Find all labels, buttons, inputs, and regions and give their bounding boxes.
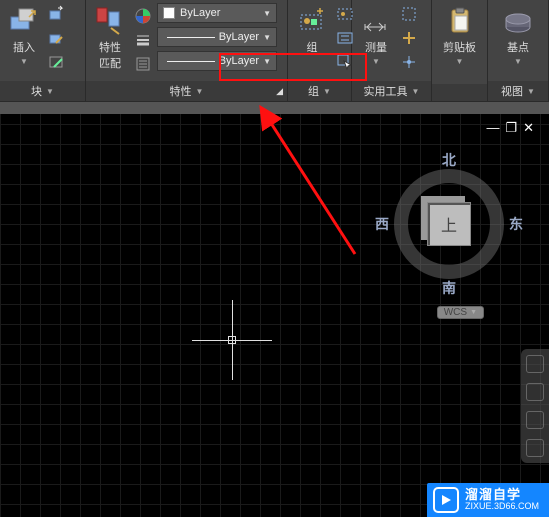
compass-west[interactable]: 西 [375, 214, 389, 234]
panel-title-clipboard [432, 84, 487, 101]
watermark-title: 溜溜自学 [465, 488, 539, 502]
drawing-canvas[interactable]: — ❐ ✕ 北 南 东 西 上 WCS ▼ 溜溜自学 ZIXUE.3D66.CO… [0, 114, 549, 517]
zoom-button[interactable] [526, 411, 544, 429]
navigation-bar [521, 349, 549, 463]
chevron-down-icon: ▼ [456, 57, 464, 66]
chevron-down-icon: ▼ [20, 57, 28, 66]
clipboard-button[interactable]: 剪贴板 ▼ [440, 3, 479, 68]
panel-utilities: 测量 ▼ 实用工具▼ [352, 0, 432, 101]
lineweight-preview [167, 37, 215, 38]
panel-view: 基点 ▼ 视图▼ [488, 0, 549, 101]
close-button[interactable]: ✕ [523, 120, 534, 136]
base-icon [502, 5, 534, 37]
minimize-button[interactable]: — [486, 120, 499, 136]
linetype-dropdown[interactable]: ByLayer ▼ [157, 51, 277, 71]
chevron-down-icon: ▼ [323, 87, 331, 96]
insert-icon [8, 5, 40, 37]
chevron-down-icon: ▼ [412, 87, 420, 96]
wcs-dropdown[interactable]: WCS ▼ [437, 306, 484, 319]
panel-title-properties[interactable]: 特性▼ ◢ [86, 81, 287, 101]
panel-properties: 特性 匹配 ByLayer ▼ ByLayer ▼ [86, 0, 288, 101]
view-cube[interactable]: 北 南 东 西 上 [379, 154, 519, 294]
quickcalc-button[interactable] [398, 27, 420, 49]
pan-button[interactable] [526, 383, 544, 401]
compass-east[interactable]: 东 [509, 214, 523, 234]
measure-label: 测量 [365, 39, 387, 55]
orbit-button[interactable] [526, 439, 544, 457]
match-props-label: 特性 匹配 [99, 39, 121, 71]
lineweight-icon[interactable] [132, 29, 154, 51]
panel-title-view[interactable]: 视图▼ [488, 81, 548, 101]
match-properties-icon [94, 5, 126, 37]
color-dropdown[interactable]: ByLayer ▼ [157, 3, 277, 23]
linetype-preview [167, 61, 215, 62]
panel-title-utilities[interactable]: 实用工具▼ [352, 81, 431, 101]
clipboard-icon [444, 5, 476, 37]
match-properties-button[interactable]: 特性 匹配 [91, 3, 129, 73]
panel-clipboard: 剪贴板 ▼ [432, 0, 488, 101]
nav-wheel-button[interactable] [526, 355, 544, 373]
color-swatch [163, 7, 175, 19]
viewcube-top-face[interactable]: 上 [427, 202, 471, 246]
chevron-down-icon: ▼ [263, 57, 271, 66]
create-block-button[interactable] [46, 3, 68, 25]
panel-block: 插入 ▼ 块▼ [0, 0, 86, 101]
group-icon [296, 5, 328, 37]
base-label: 基点 [507, 39, 529, 55]
insert-label: 插入 [13, 39, 35, 55]
point-button[interactable] [398, 51, 420, 73]
dialog-launcher-icon[interactable]: ◢ [276, 86, 283, 97]
lineweight-dropdown[interactable]: ByLayer ▼ [157, 27, 277, 47]
clipboard-label: 剪贴板 [443, 39, 476, 55]
select-button[interactable] [398, 3, 420, 25]
group-button[interactable]: 组 [293, 3, 331, 57]
chevron-down-icon: ▼ [46, 87, 54, 96]
watermark-url: ZIXUE.3D66.COM [465, 502, 539, 512]
play-icon [433, 487, 459, 513]
chevron-down-icon: ▼ [263, 9, 271, 18]
panel-title-group[interactable]: 组▼ [288, 81, 351, 101]
watermark-logo: 溜溜自学 ZIXUE.3D66.COM [427, 483, 549, 517]
chevron-down-icon: ▼ [527, 87, 535, 96]
color-control-icon[interactable] [132, 5, 154, 27]
list-icon[interactable] [132, 53, 154, 75]
crosshair-cursor [232, 340, 233, 341]
chevron-down-icon: ▼ [372, 57, 380, 66]
restore-button[interactable]: ❐ [505, 120, 517, 136]
chevron-down-icon: ▼ [514, 57, 522, 66]
insert-button[interactable]: 插入 ▼ [5, 3, 43, 68]
panel-group: 组 组▼ [288, 0, 352, 101]
group-label: 组 [307, 39, 318, 55]
edit-block-button[interactable] [46, 27, 68, 49]
base-button[interactable]: 基点 ▼ [499, 3, 537, 68]
edit-attr-button[interactable] [46, 51, 68, 73]
chevron-down-icon: ▼ [196, 87, 204, 96]
panel-title-block[interactable]: 块▼ [0, 81, 85, 101]
chevron-down-icon: ▼ [470, 309, 477, 316]
measure-button[interactable]: 测量 ▼ [357, 3, 395, 68]
compass-south[interactable]: 南 [442, 278, 456, 298]
ribbon-toolbar: 插入 ▼ 块▼ 特性 匹配 [0, 0, 549, 102]
measure-icon [360, 5, 392, 37]
document-tab-bar [0, 102, 549, 114]
viewport-window-controls: — ❐ ✕ [486, 120, 534, 136]
chevron-down-icon: ▼ [263, 33, 271, 42]
compass-north[interactable]: 北 [442, 150, 456, 170]
